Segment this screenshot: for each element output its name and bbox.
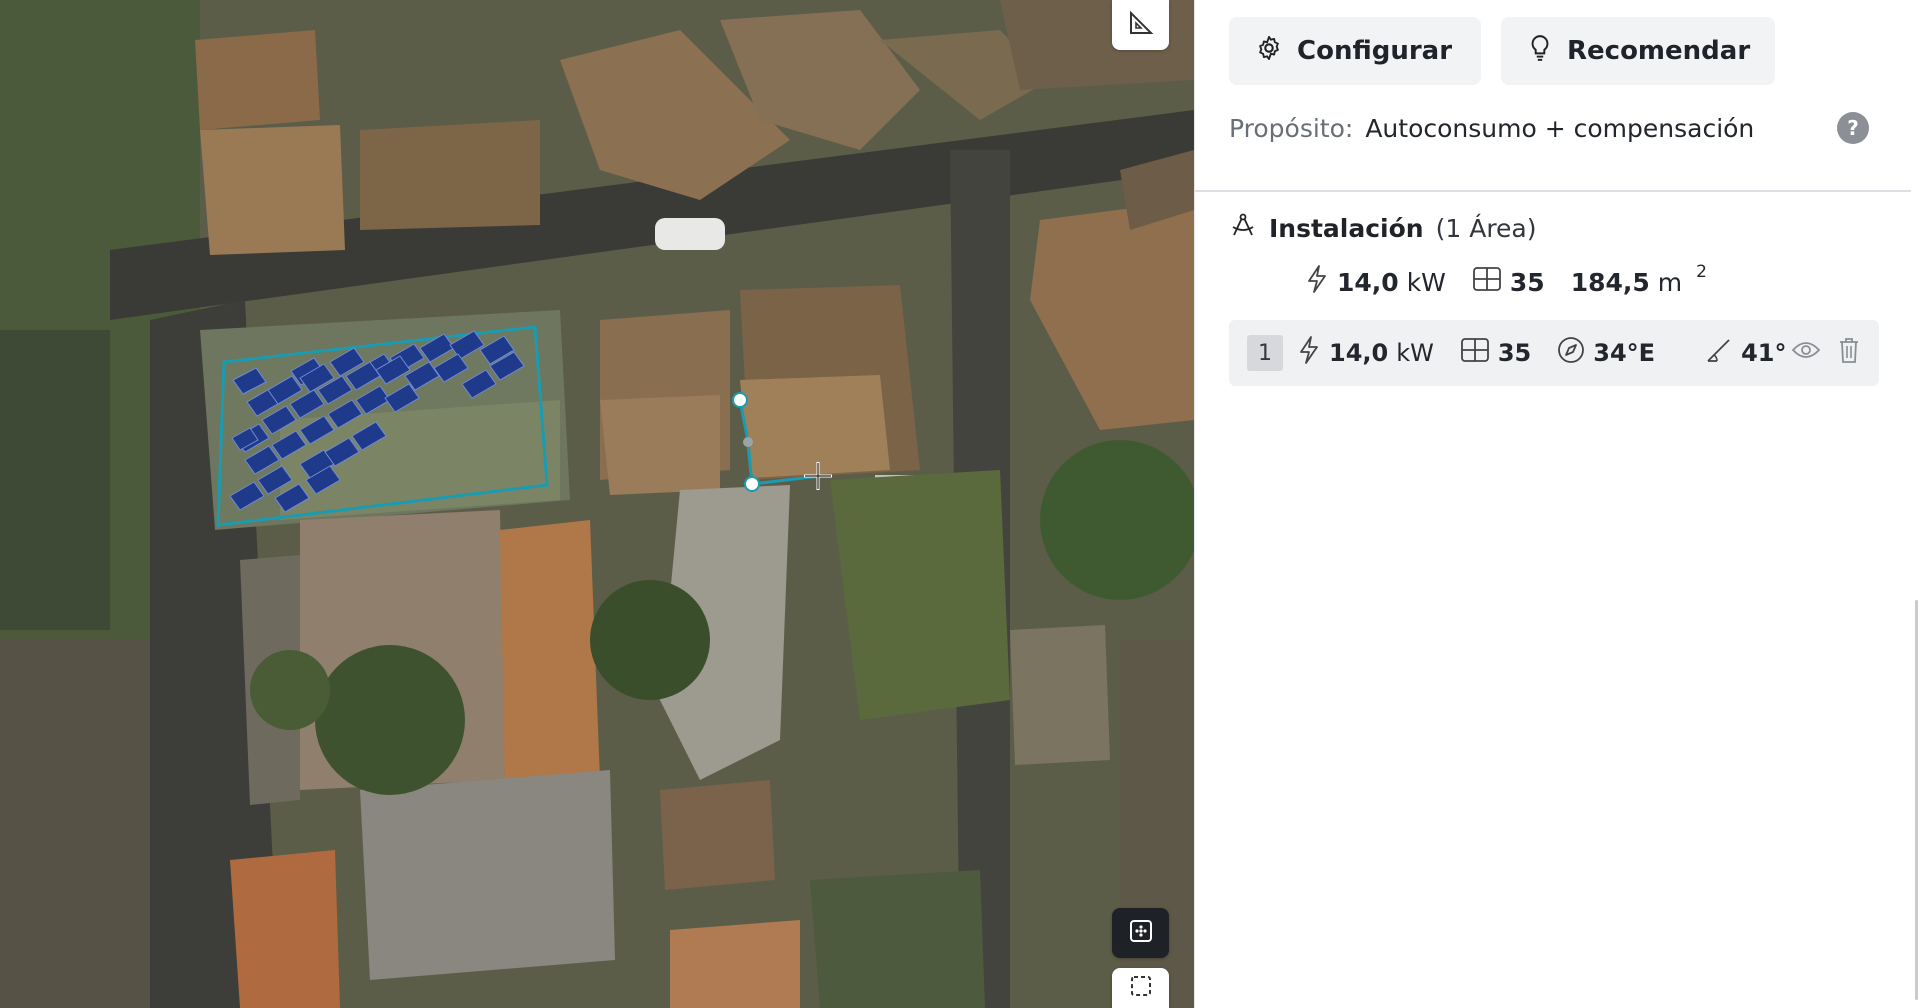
area-power-value: 14,0 (1329, 339, 1389, 367)
configure-button[interactable]: Configurar (1229, 17, 1481, 85)
installation-summary: 14,0 kW 35 184,5 m2 (1305, 262, 1733, 302)
lightbulb-icon (1527, 34, 1553, 69)
panel-grid-tool-button[interactable] (1112, 908, 1169, 958)
purpose-value[interactable]: Autoconsumo + compensación (1365, 114, 1754, 143)
summary-modules: 35 (1472, 266, 1545, 298)
area-actions (1791, 336, 1861, 370)
configure-label: Configurar (1297, 36, 1453, 66)
drawing-compass-icon (1229, 211, 1257, 245)
gear-icon (1255, 34, 1283, 69)
panel-scrollbar[interactable] (1915, 600, 1918, 1000)
measure-tool-button[interactable] (1112, 0, 1169, 50)
summary-power-unit: kW (1406, 267, 1446, 297)
eye-icon[interactable] (1791, 339, 1821, 367)
area-power-unit: kW (1396, 339, 1434, 367)
area-power: 14,0 kW (1297, 335, 1434, 371)
grid-dots-icon (1129, 919, 1153, 947)
purpose-label: Propósito: (1229, 113, 1354, 143)
satellite-map[interactable] (0, 0, 1194, 1008)
lightning-icon (1305, 264, 1329, 300)
purpose-row: Propósito: Autoconsumo + compensación ? (1229, 108, 1869, 148)
area-orientation-value: 34°E (1593, 339, 1656, 367)
panel-grid-icon (1472, 266, 1502, 298)
trash-icon[interactable] (1837, 336, 1861, 370)
area-row[interactable]: 1 14,0 kW 35 34°E 41° (1229, 320, 1879, 386)
summary-area: 184,5 m2 (1570, 262, 1707, 297)
dashed-selection-icon (1129, 974, 1153, 1002)
lightning-icon (1297, 335, 1321, 371)
recommend-button[interactable]: Recomendar (1501, 17, 1775, 85)
area-orientation: 34°E (1557, 336, 1655, 370)
recommend-label: Recomendar (1567, 36, 1751, 66)
help-icon[interactable]: ? (1837, 112, 1869, 144)
installation-area-count: (1 Área) (1435, 213, 1537, 243)
set-square-icon (1127, 9, 1155, 41)
summary-area-value: 184,5 (1570, 267, 1650, 297)
select-area-tool-button[interactable] (1112, 968, 1169, 1008)
installation-title: Instalación (1269, 213, 1424, 243)
summary-area-exponent: 2 (1696, 262, 1707, 282)
tilt-angle-icon (1705, 336, 1733, 370)
area-modules-value: 35 (1497, 339, 1532, 367)
aerial-imagery (0, 0, 1194, 1008)
installation-header: Instalación (1 Área) (1229, 208, 1537, 248)
summary-power-value: 14,0 (1337, 267, 1399, 297)
summary-power: 14,0 kW (1305, 264, 1446, 300)
section-divider (1195, 190, 1911, 192)
side-panel: Configurar Recomendar Propósito: Autocon… (1194, 0, 1920, 1008)
summary-modules-value: 35 (1509, 267, 1545, 297)
compass-icon (1557, 336, 1585, 370)
area-tilt-value: 41° (1741, 339, 1787, 367)
area-modules: 35 (1460, 337, 1531, 369)
area-index-badge: 1 (1247, 335, 1283, 371)
area-tilt: 41° (1705, 336, 1786, 370)
summary-area-unit: m (1657, 267, 1683, 297)
panel-grid-icon (1460, 337, 1490, 369)
